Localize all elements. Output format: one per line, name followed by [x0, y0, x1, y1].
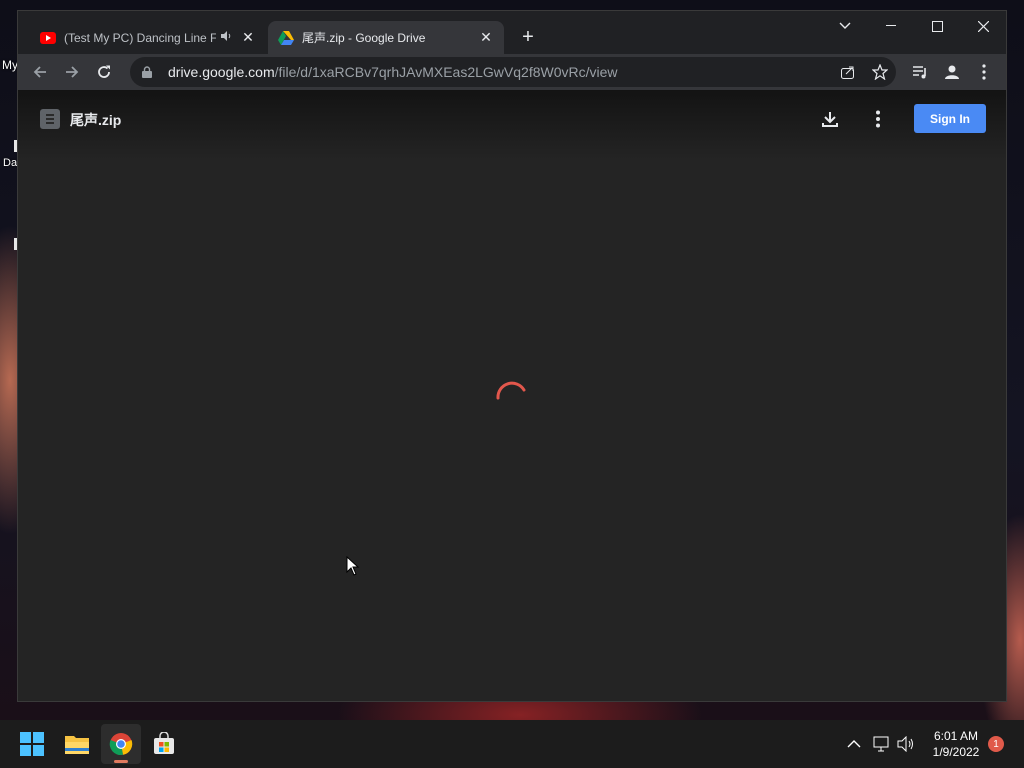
- notification-badge[interactable]: 1: [988, 736, 1004, 752]
- chevron-up-icon[interactable]: [844, 734, 864, 754]
- chrome-icon[interactable]: [101, 724, 141, 764]
- sign-in-button[interactable]: Sign In: [914, 104, 986, 133]
- active-app-indicator: [114, 760, 128, 763]
- share-icon[interactable]: [840, 64, 856, 80]
- chrome-window: (Test My PC) Dancing Line Fa ✕ 尾声.zip - …: [17, 10, 1007, 702]
- lock-icon[interactable]: [142, 66, 158, 78]
- bookmark-star-icon[interactable]: [871, 63, 889, 81]
- tab-title: 尾声.zip - Google Drive: [302, 31, 426, 45]
- url-text: drive.google.com/file/d/1xaRCBv7qrhJAvMX…: [168, 64, 618, 80]
- close-window-button[interactable]: [960, 11, 1006, 41]
- google-drive-icon: [278, 30, 294, 46]
- close-tab-icon[interactable]: ✕: [478, 29, 494, 46]
- tab-strip: (Test My PC) Dancing Line Fa ✕ 尾声.zip - …: [18, 11, 1006, 54]
- url-host: drive.google.com: [168, 64, 275, 80]
- tab-google-drive[interactable]: 尾声.zip - Google Drive ✕: [268, 21, 504, 54]
- profile-avatar-icon[interactable]: [938, 58, 966, 86]
- browser-toolbar: drive.google.com/file/d/1xaRCBv7qrhJAvMX…: [18, 54, 1006, 90]
- network-icon[interactable]: [872, 734, 892, 754]
- windows-start-icon[interactable]: [12, 724, 52, 764]
- download-icon[interactable]: [818, 107, 842, 131]
- maximize-button[interactable]: [914, 11, 960, 41]
- browser-menu-icon[interactable]: [970, 58, 998, 86]
- youtube-icon: [40, 30, 56, 46]
- clock-time: 6:01 AM: [933, 729, 979, 743]
- tab-youtube[interactable]: (Test My PC) Dancing Line Fa ✕: [30, 21, 266, 54]
- more-actions-icon[interactable]: [866, 107, 890, 131]
- tab-title: (Test My PC) Dancing Line Fa: [64, 30, 216, 45]
- url-path: /file/d/1xaRCBv7qrhJAvMXEas2LGwVq2f8W0vR…: [274, 64, 618, 80]
- forward-button[interactable]: [58, 58, 86, 86]
- minimize-button[interactable]: [868, 11, 914, 41]
- desktop-icon-label-1[interactable]: My: [2, 58, 18, 72]
- file-name: 尾声.zip: [70, 112, 122, 128]
- archive-file-icon: [40, 109, 60, 129]
- close-tab-icon[interactable]: ✕: [240, 29, 256, 46]
- speaker-icon[interactable]: [220, 30, 234, 45]
- reload-button[interactable]: [90, 58, 118, 86]
- taskbar: 6:01 AM 1/9/2022 1: [0, 720, 1024, 768]
- new-tab-button[interactable]: +: [516, 26, 540, 50]
- microsoft-store-icon[interactable]: [144, 724, 184, 764]
- drive-preview-page: 尾声.zip Sign In: [18, 90, 1006, 701]
- file-header: 尾声.zip Sign In: [18, 90, 1006, 150]
- clock-date: 1/9/2022: [932, 745, 980, 759]
- back-button[interactable]: [26, 58, 54, 86]
- system-clock[interactable]: 6:01 AM 1/9/2022: [926, 728, 986, 760]
- media-controls-icon[interactable]: [906, 58, 934, 86]
- address-bar[interactable]: drive.google.com/file/d/1xaRCBv7qrhJAvMX…: [130, 57, 896, 87]
- tab-search-icon[interactable]: [822, 11, 868, 41]
- volume-icon[interactable]: [896, 734, 916, 754]
- loading-spinner-icon: [496, 381, 526, 400]
- desktop-icon-label-2[interactable]: Da: [3, 157, 17, 169]
- file-explorer-icon[interactable]: [57, 724, 97, 764]
- mouse-cursor-icon: [346, 556, 360, 576]
